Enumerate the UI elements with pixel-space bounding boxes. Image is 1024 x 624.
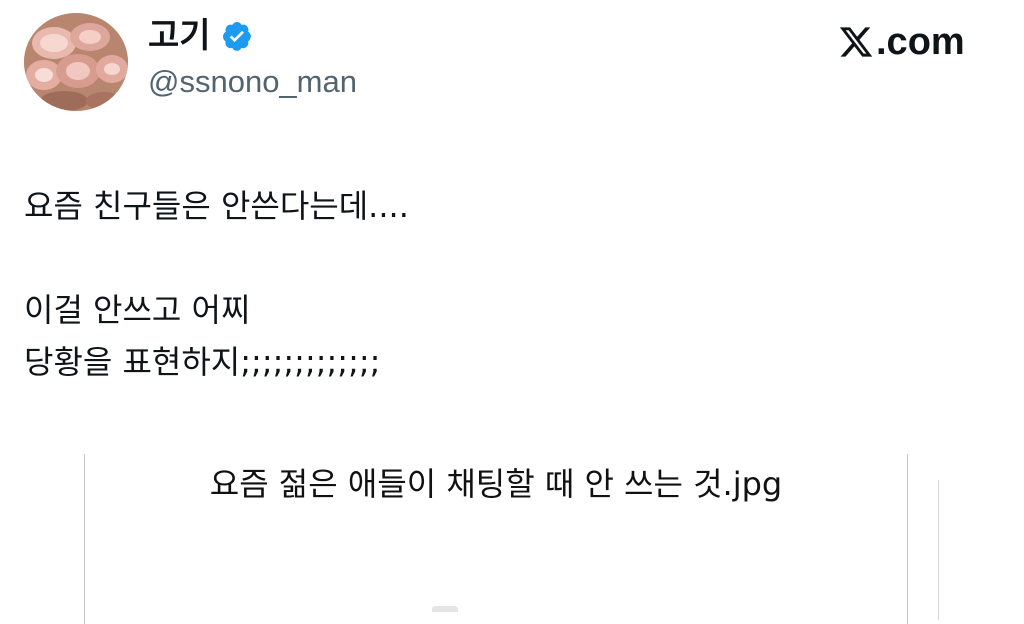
x-brand-logo[interactable]: .com <box>838 18 965 66</box>
author-handle[interactable]: @ssnono_man <box>148 60 357 104</box>
tweet-media-image[interactable]: 요즘 젊은 애들이 채팅할 때 안 쓰는 것.jpg <box>84 454 908 624</box>
divider <box>938 480 939 620</box>
tweet-text: 요즘 친구들은 안쓴다는데.... 이걸 안쓰고 어찌 당황을 표현하지;;;;… <box>24 187 409 381</box>
x-logo-text: .com <box>876 21 965 63</box>
x-logo-icon <box>839 27 873 57</box>
pork-belly-avatar-image <box>24 13 128 111</box>
media-caption: 요즘 젊은 애들이 채팅할 때 안 쓰는 것.jpg <box>209 465 783 503</box>
verified-badge-icon <box>222 22 251 51</box>
avatar[interactable] <box>24 13 128 111</box>
author-name[interactable]: 고기 <box>148 14 253 58</box>
media-fragment <box>432 606 458 612</box>
display-name[interactable]: 고기 <box>148 14 211 58</box>
